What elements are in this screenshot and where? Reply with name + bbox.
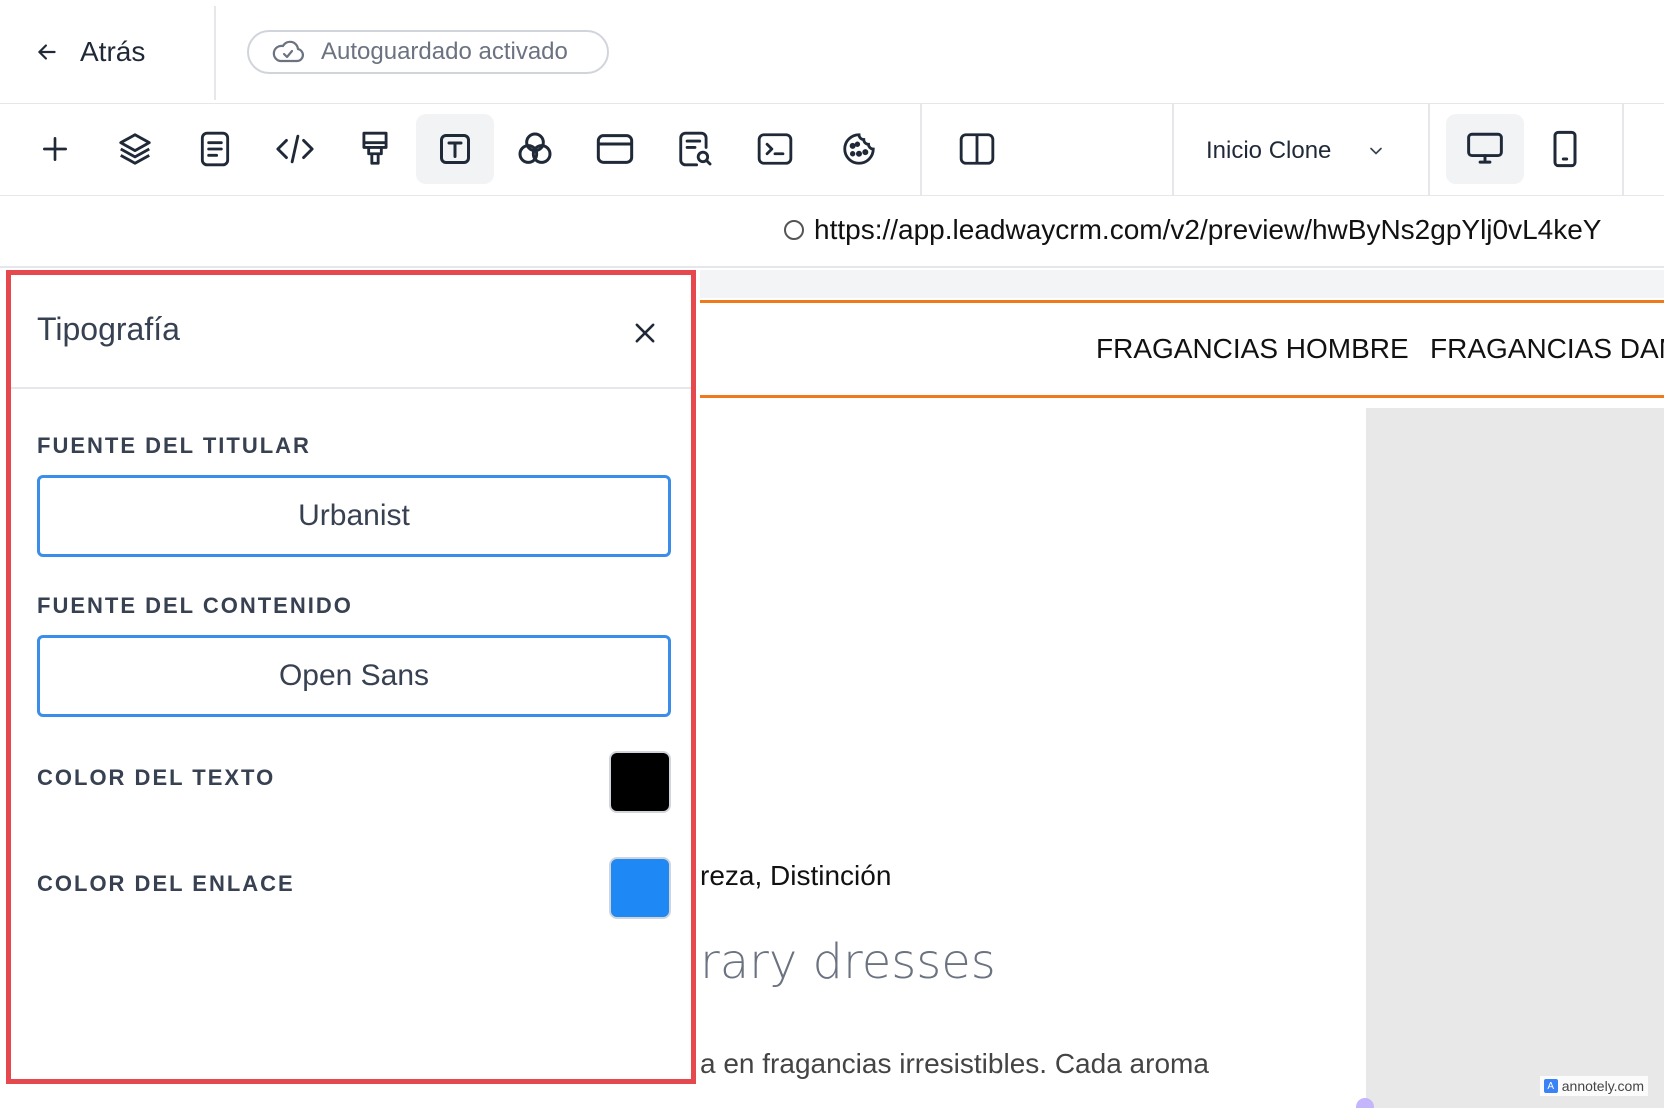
page-select-value: Inicio Clone (1206, 137, 1332, 164)
plus-icon (43, 137, 67, 161)
layout-button[interactable] (576, 114, 654, 184)
watermark-text: annotely.com (1561, 1078, 1644, 1094)
preview-top-strip (700, 270, 1664, 298)
code-icon (276, 134, 314, 164)
text-color-swatch[interactable] (609, 751, 671, 813)
divider (1172, 104, 1174, 196)
desktop-icon (1467, 132, 1503, 164)
arrow-left-icon (38, 44, 56, 60)
seo-button[interactable] (656, 114, 734, 184)
typography-icon (440, 134, 470, 164)
divider (920, 104, 922, 196)
back-button[interactable]: Atrás (34, 32, 145, 72)
custom-code-button[interactable] (256, 114, 334, 184)
colors-button[interactable] (496, 114, 574, 184)
typography-button[interactable] (416, 114, 494, 184)
add-element-button[interactable] (16, 114, 94, 184)
annotely-logo-icon: A (1543, 1079, 1558, 1093)
close-button[interactable] (625, 313, 665, 353)
url-bar: https://app.leadwaycrm.com/v2/preview/hw… (0, 196, 1664, 268)
link-color-label: COLOR DEL ENLACE (37, 871, 295, 896)
toolbar: Inicio Clone (0, 104, 1664, 196)
document-icon (200, 131, 230, 167)
content-font-label: FUENTE DEL CONTENIDO (37, 593, 353, 618)
mobile-icon (1553, 130, 1577, 168)
page-select[interactable]: Inicio Clone (1206, 126, 1386, 176)
close-icon (635, 323, 655, 343)
browser-window-icon (596, 134, 634, 164)
layers-button[interactable] (96, 114, 174, 184)
hero-body: a en fragancias irresistibles. Cada arom… (700, 1048, 1209, 1079)
link-color-swatch[interactable] (609, 857, 671, 919)
color-circles-icon (518, 132, 552, 164)
nav-item-men[interactable]: FRAGANCIAS HOMBRE (1096, 333, 1409, 365)
divider (214, 6, 216, 100)
desktop-view-button[interactable] (1446, 114, 1524, 184)
hero-heading: rary dresses (700, 934, 996, 990)
layers-icon (119, 133, 151, 165)
tracking-code-button[interactable] (736, 114, 814, 184)
divider (1428, 104, 1430, 196)
mobile-view-button[interactable] (1526, 114, 1604, 184)
page-preview: FRAGANCIAS HOMBRE FRAGANCIAS DAM reza, D… (700, 270, 1664, 1108)
headline-font-label: FUENTE DEL TITULAR (37, 433, 311, 458)
terminal-icon (757, 133, 793, 165)
nav-item-women[interactable]: FRAGANCIAS DAM (1430, 333, 1664, 365)
cookies-button[interactable] (820, 114, 898, 184)
hero-tagline: reza, Distinción (700, 860, 892, 891)
autosave-label: Autoguardado activado (321, 38, 568, 65)
panel-header: Tipografía (11, 275, 691, 389)
headline-font-select[interactable]: Urbanist (37, 475, 671, 557)
preview-url-text: https://app.leadwaycrm.com/v2/preview/hw… (814, 214, 1602, 245)
circle-icon (784, 220, 804, 240)
paint-brush-icon (362, 131, 388, 165)
watermark: A annotely.com (1539, 1076, 1648, 1096)
preview-url[interactable]: https://app.leadwaycrm.com/v2/preview/hw… (784, 214, 1601, 246)
autosave-badge: Autoguardado activado (247, 30, 609, 74)
split-view-button[interactable] (938, 114, 1016, 184)
site-navbar: FRAGANCIAS HOMBRE FRAGANCIAS DAM (700, 300, 1664, 398)
pages-button[interactable] (176, 114, 254, 184)
cookie-icon (843, 133, 875, 165)
panel-title: Tipografía (37, 311, 180, 347)
content-font-select[interactable]: Open Sans (37, 635, 671, 717)
divider (1622, 104, 1624, 196)
typography-panel: Tipografía FUENTE DEL TITULAR Urbanist F… (6, 270, 696, 1084)
styles-button[interactable] (336, 114, 414, 184)
seo-search-icon (679, 131, 712, 167)
top-bar: Atrás Autoguardado activado (0, 0, 1664, 104)
back-label: Atrás (80, 36, 146, 67)
cloud-check-icon (272, 40, 304, 63)
split-view-icon (959, 133, 995, 165)
hero-image (1366, 408, 1664, 1108)
chevron-down-icon (1370, 147, 1382, 155)
text-color-label: COLOR DEL TEXTO (37, 765, 276, 790)
